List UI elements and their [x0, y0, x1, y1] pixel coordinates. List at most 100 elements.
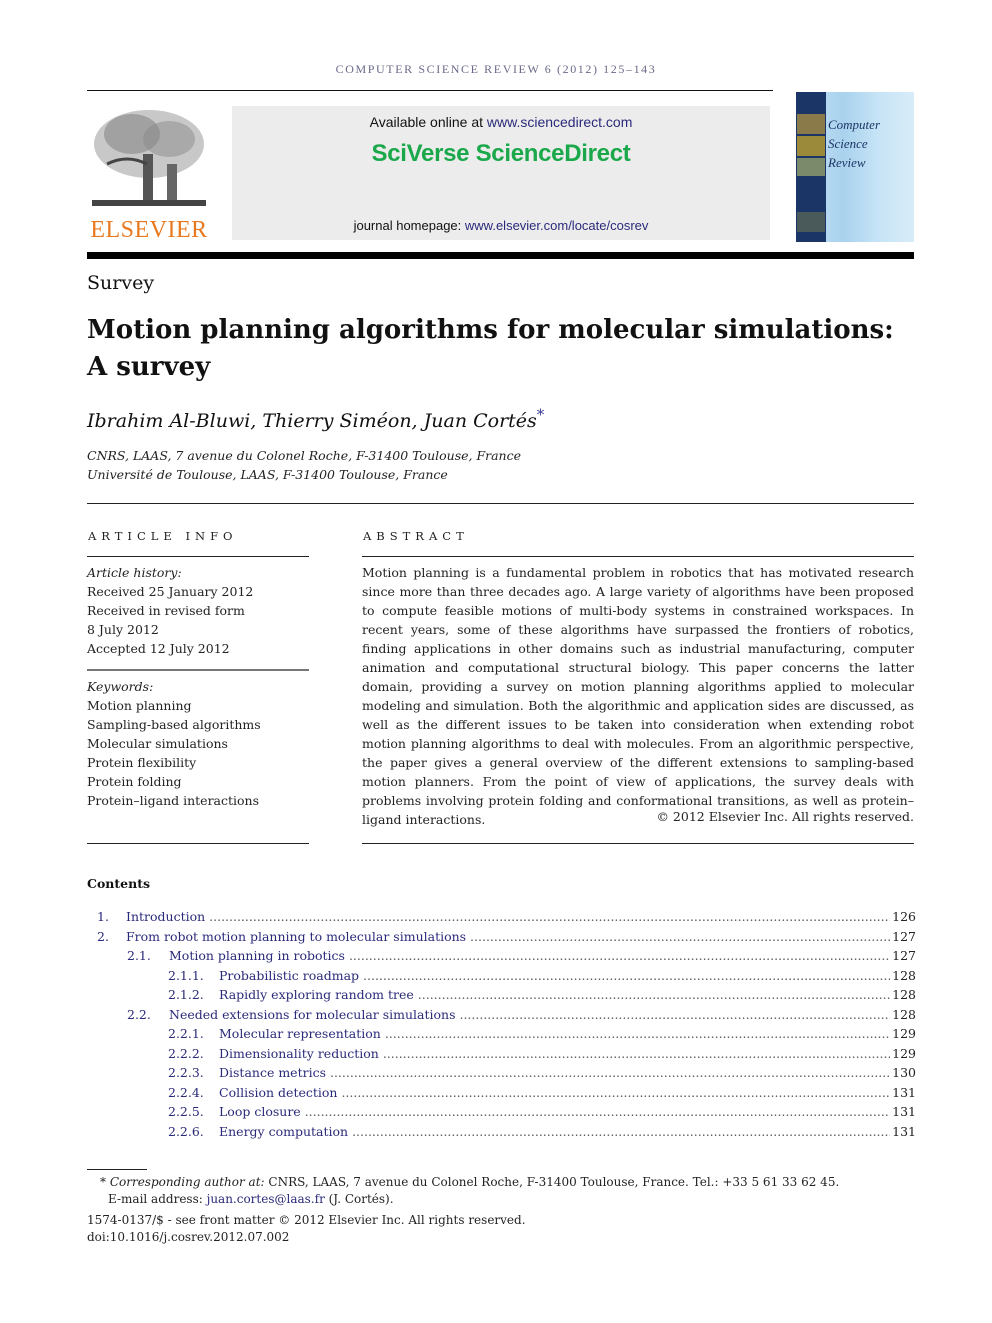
divider — [362, 556, 914, 557]
toc-number: 2.2. — [127, 1006, 151, 1022]
toc-entry[interactable]: 2.1. Motion planning in robotics127 — [87, 948, 916, 967]
toc-title-link[interactable]: Needed extensions for molecular simulati… — [169, 1007, 890, 1022]
email-link[interactable]: juan.cortes@laas.fr — [207, 1192, 325, 1206]
homepage-label: journal homepage: — [353, 218, 465, 233]
title-line: Motion planning algorithms for molecular… — [87, 315, 894, 345]
affiliation: CNRS, LAAS, 7 avenue du Colonel Roche, F… — [87, 448, 521, 463]
corresponding-author-mark[interactable]: * — [537, 406, 545, 424]
toc-title-link[interactable]: Probabilistic roadmap — [219, 968, 890, 983]
cover-title-line: Computer — [828, 117, 880, 132]
toc-page-number: 131 — [892, 1123, 916, 1139]
toc-number: 1. — [97, 909, 109, 924]
toc-entry[interactable]: 2.2.3. Distance metrics130 — [87, 1065, 916, 1084]
toc-title-link[interactable]: Distance metrics — [219, 1065, 890, 1080]
toc-number: 2.2.5. — [168, 1104, 204, 1119]
toc-number: 2.2.6. — [168, 1123, 204, 1139]
toc-entry[interactable]: 2. From robot motion planning to molecula… — [87, 929, 916, 948]
toc-page-number: 127 — [892, 948, 916, 963]
corresponding-footnote: * Corresponding author at: CNRS, LAAS, 7… — [100, 1175, 839, 1189]
toc-title-link[interactable]: Molecular representation — [219, 1026, 890, 1041]
email-suffix: (J. Cortés). — [324, 1192, 394, 1206]
elsevier-tree-icon — [92, 110, 206, 206]
cover-photo — [797, 158, 825, 176]
divider — [362, 843, 914, 844]
corresponding-text: CNRS, LAAS, 7 avenue du Colonel Roche, F… — [264, 1175, 840, 1189]
toc-entry[interactable]: 2.1.1. Probabilistic roadmap128 — [87, 968, 916, 987]
cover-photo — [797, 212, 825, 232]
contents-heading: Contents — [87, 876, 151, 891]
cover-photo — [797, 114, 825, 134]
toc-entry[interactable]: 2.2.6. Energy computation131 — [87, 1124, 916, 1143]
article-info-heading: ARTICLE INFO — [88, 529, 238, 543]
keyword: Motion planning — [87, 698, 192, 713]
history-label: Article history: — [87, 565, 182, 580]
toc-page-number: 130 — [892, 1065, 916, 1080]
abstract-text: Motion planning is a fundamental problem… — [362, 565, 914, 827]
toc-number: 2.2.4. — [168, 1084, 204, 1100]
authors: Ibrahim Al-Bluwi, Thierry Siméon, Juan C… — [87, 407, 544, 432]
toc-page-number: 127 — [892, 928, 916, 944]
toc-page-number: 128 — [892, 967, 916, 983]
toc-title-link[interactable]: From robot motion planning to molecular … — [126, 929, 890, 944]
keyword: Protein–ligand interactions — [87, 793, 260, 808]
sciencedirect-link[interactable]: www.sciencedirect.com — [487, 114, 633, 130]
divider — [87, 556, 309, 557]
available-online: Available online at www.sciencedirect.co… — [232, 114, 770, 130]
history-item: 8 July 2012 — [87, 622, 159, 637]
toc-page-number: 131 — [892, 1104, 916, 1119]
toc-number: 2.1.2. — [168, 987, 204, 1002]
history-item: Received in revised form — [87, 603, 245, 618]
toc-title-link[interactable]: Rapidly exploring random tree — [219, 987, 890, 1002]
journal-homepage-link[interactable]: www.elsevier.com/locate/cosrev — [465, 218, 649, 233]
title-line: A survey — [87, 352, 211, 382]
toc-title-link[interactable]: Introduction — [126, 909, 890, 924]
abstract-copyright: © 2012 Elsevier Inc. All rights reserved… — [656, 809, 914, 824]
toc-number: 2.2.1. — [168, 1026, 204, 1041]
toc-page-number: 128 — [892, 987, 916, 1002]
toc-title-link[interactable]: Loop closure — [219, 1104, 890, 1119]
toc-title-link[interactable]: Collision detection — [219, 1085, 890, 1100]
toc-entry[interactable]: 2.2.1. Molecular representation129 — [87, 1026, 916, 1045]
toc-page-number: 129 — [892, 1045, 916, 1061]
email-label: E-mail address: — [108, 1192, 207, 1206]
sciverse-brand: SciVerse ScienceDirect — [371, 140, 631, 167]
author-names: Ibrahim Al-Bluwi, Thierry Siméon, Juan C… — [87, 410, 537, 432]
issn-line: 1574-0137/$ - see front matter © 2012 El… — [87, 1213, 526, 1227]
header-rule — [87, 90, 773, 91]
running-head: COMPUTER SCIENCE REVIEW 6 (2012) 125–143 — [335, 62, 657, 76]
toc-entry[interactable]: 2.2.4. Collision detection131 — [87, 1085, 916, 1104]
toc-title-link[interactable]: Dimensionality reduction — [219, 1046, 890, 1061]
toc-entry[interactable]: 2.1.2. Rapidly exploring random tree128 — [87, 987, 916, 1006]
footnote-rule — [87, 1169, 147, 1170]
journal-homepage: journal homepage: www.elsevier.com/locat… — [232, 218, 770, 233]
toc-number: 2.1.1. — [168, 967, 204, 983]
available-online-label: Available online at — [369, 114, 487, 130]
keywords-label: Keywords: — [87, 679, 154, 694]
article-title: Motion planning algorithms for molecular… — [87, 312, 907, 386]
toc-page-number: 128 — [892, 1006, 916, 1022]
elsevier-wordmark: ELSEVIER — [90, 217, 208, 243]
toc-page-number: 129 — [892, 1026, 916, 1041]
cover-title-line: Review — [828, 155, 866, 170]
toc-entry[interactable]: 2.2.5. Loop closure131 — [87, 1104, 916, 1123]
toc-number: 2.2.2. — [168, 1045, 204, 1061]
footnote-mark: * — [100, 1175, 106, 1189]
doi-link[interactable]: doi:10.1016/j.cosrev.2012.07.002 — [87, 1230, 289, 1244]
keyword: Protein folding — [87, 774, 182, 789]
toc-page-number: 131 — [892, 1084, 916, 1100]
toc-number: 2.1. — [127, 948, 151, 963]
divider — [87, 503, 914, 504]
toc-entry[interactable]: 2.2.2. Dimensionality reduction129 — [87, 1046, 916, 1065]
toc-entry[interactable]: 2.2. Needed extensions for molecular simu… — [87, 1007, 916, 1026]
abstract-heading: ABSTRACT — [363, 529, 469, 543]
toc-page-number: 126 — [892, 909, 916, 924]
history-item: Accepted 12 July 2012 — [87, 641, 230, 656]
keyword: Molecular simulations — [87, 736, 228, 751]
divider — [87, 843, 309, 844]
keyword: Sampling-based algorithms — [87, 717, 261, 732]
toc-title-link[interactable]: Energy computation — [219, 1124, 890, 1139]
history-item: Received 25 January 2012 — [87, 584, 254, 599]
toc-title-link[interactable]: Motion planning in robotics — [169, 948, 890, 963]
toc-entry[interactable]: 1. Introduction126 — [87, 909, 916, 928]
journal-cover: Computer Science Review — [796, 92, 914, 242]
